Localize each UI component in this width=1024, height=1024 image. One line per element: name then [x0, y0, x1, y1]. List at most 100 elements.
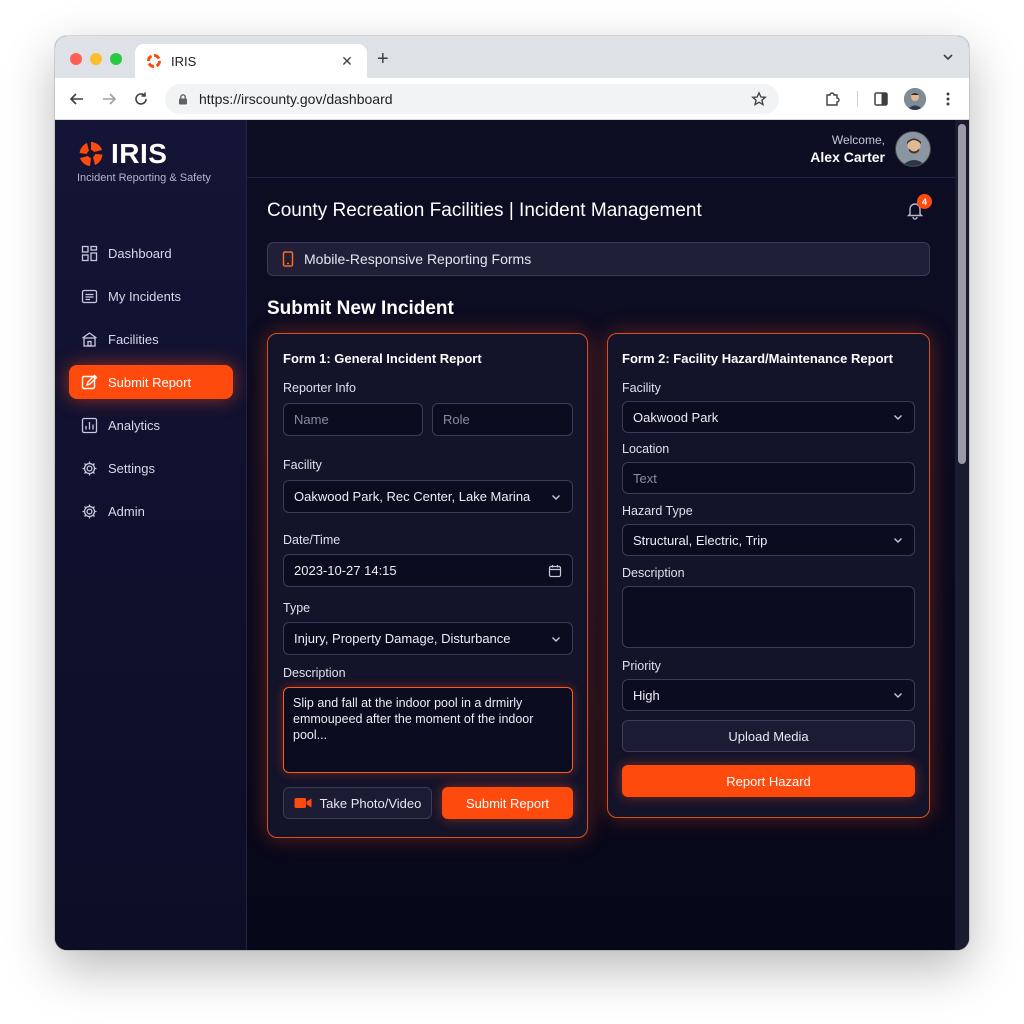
welcome-label: Welcome,: [831, 133, 885, 147]
type-label: Type: [283, 601, 311, 615]
browser-tab[interactable]: IRIS ✕: [135, 44, 367, 78]
sidebar-item-analytics[interactable]: Analytics: [69, 408, 233, 442]
sidebar-item-label: Admin: [108, 503, 145, 519]
form1-title: Form 1: General Incident Report: [283, 351, 482, 366]
sidebar-item-settings[interactable]: Settings: [69, 451, 233, 485]
hazard-facility-select[interactable]: Oakwood Park: [622, 401, 915, 433]
sidebar-item-my-incidents[interactable]: My Incidents: [69, 279, 233, 313]
mobile-forms-banner: Mobile-Responsive Reporting Forms: [267, 242, 930, 276]
user-avatar[interactable]: [895, 131, 931, 167]
priority-label: Priority: [622, 659, 661, 673]
app-topbar: Welcome, Alex Carter: [247, 120, 969, 178]
browser-profile-avatar[interactable]: [904, 88, 926, 110]
back-arrow-icon[interactable]: [68, 90, 86, 108]
browser-window: IRIS ✕ + https://irscounty.gov/dashboard: [55, 36, 969, 950]
facility-label: Facility: [283, 458, 322, 472]
reporter-name-input[interactable]: Name: [283, 403, 423, 436]
description-label: Description: [283, 666, 346, 680]
bookmark-star-icon[interactable]: [751, 91, 767, 107]
location-input[interactable]: Text: [622, 462, 915, 494]
sidebar-item-label: Settings: [108, 460, 155, 476]
new-tab-button[interactable]: +: [377, 48, 389, 71]
sidebar: IRIS Incident Reporting & Safety Dashboa…: [55, 120, 247, 950]
iris-logo-icon: [77, 140, 105, 168]
hazard-description-textarea[interactable]: [622, 586, 915, 648]
chevron-down-icon: [892, 534, 904, 546]
brand-tagline: Incident Reporting & Safety: [77, 172, 211, 184]
reporter-info-label: Reporter Info: [283, 381, 356, 395]
close-window-button[interactable]: [70, 53, 82, 65]
minimize-window-button[interactable]: [90, 53, 102, 65]
section-title: Submit New Incident: [267, 298, 454, 319]
type-select[interactable]: Injury, Property Damage, Disturbance: [283, 622, 573, 655]
sidebar-item-label: My Incidents: [108, 288, 181, 304]
app-container: IRIS Incident Reporting & Safety Dashboa…: [55, 120, 969, 950]
notification-badge: 4: [917, 194, 932, 209]
user-name: Alex Carter: [810, 149, 885, 165]
more-menu-icon[interactable]: [939, 90, 957, 108]
tab-close-icon[interactable]: ✕: [339, 53, 355, 70]
gear-icon: [81, 503, 98, 520]
priority-select[interactable]: High: [622, 679, 915, 711]
reporter-role-input[interactable]: Role: [432, 403, 573, 436]
browser-toolbar: https://irscounty.gov/dashboard: [55, 78, 969, 120]
grid-icon: [81, 245, 98, 262]
list-icon: [81, 288, 98, 305]
toolbar-divider: [857, 91, 858, 107]
welcome-block: Welcome, Alex Carter: [810, 133, 885, 165]
sidebar-item-label: Facilities: [108, 331, 159, 347]
chevron-down-icon: [892, 689, 904, 701]
hazard-type-label: Hazard Type: [622, 504, 693, 518]
hazard-type-select[interactable]: Structural, Electric, Trip: [622, 524, 915, 556]
chevron-down-icon: [550, 633, 562, 645]
chart-icon: [81, 417, 98, 434]
building-icon: [81, 331, 98, 348]
general-incident-form: Form 1: General Incident Report Reporter…: [267, 333, 588, 838]
form2-title: Form 2: Facility Hazard/Maintenance Repo…: [622, 351, 893, 366]
sidebar-panel-icon[interactable]: [872, 90, 890, 108]
reload-icon[interactable]: [132, 90, 150, 108]
browser-tab-bar: IRIS ✕ +: [55, 36, 969, 78]
extensions-puzzle-icon[interactable]: [823, 90, 841, 108]
sidebar-item-admin[interactable]: Admin: [69, 494, 233, 528]
chevron-down-icon: [550, 491, 562, 503]
url-text: https://irscounty.gov/dashboard: [199, 91, 393, 107]
facility-hazard-form: Form 2: Facility Hazard/Maintenance Repo…: [607, 333, 930, 818]
forward-arrow-icon[interactable]: [100, 90, 118, 108]
report-hazard-button[interactable]: Report Hazard: [622, 765, 915, 797]
lock-icon: [177, 93, 189, 105]
sidebar-item-label: Dashboard: [108, 245, 172, 261]
sidebar-item-label: Analytics: [108, 417, 161, 433]
mobile-phone-icon: [282, 251, 294, 267]
chevron-down-icon: [892, 411, 904, 423]
calendar-icon[interactable]: [548, 564, 562, 578]
banner-text: Mobile-Responsive Reporting Forms: [304, 251, 532, 267]
take-photo-button[interactable]: Take Photo/Video: [283, 787, 432, 819]
brand-name: IRIS: [111, 138, 168, 169]
iris-favicon-icon: [147, 54, 161, 68]
sidebar-item-facilities[interactable]: Facilities: [69, 322, 233, 356]
page-title: County Recreation Facilities | Incident …: [267, 200, 702, 221]
sidebar-item-submit-report[interactable]: Submit Report: [69, 365, 233, 399]
video-camera-icon: [294, 797, 312, 809]
hazard-description-label: Description: [622, 566, 685, 580]
datetime-label: Date/Time: [283, 533, 341, 547]
facility-select[interactable]: Oakwood Park, Rec Center, Lake Marina: [283, 480, 573, 513]
facility-label: Facility: [622, 381, 661, 395]
tab-title: IRIS: [171, 53, 197, 69]
sidebar-item-dashboard[interactable]: Dashboard: [69, 236, 233, 270]
scrollbar-thumb[interactable]: [958, 124, 966, 464]
edit-icon: [81, 374, 98, 391]
brand-logo[interactable]: IRIS: [77, 138, 167, 170]
maximize-window-button[interactable]: [110, 53, 122, 65]
datetime-input[interactable]: 2023-10-27 14:15: [283, 554, 573, 587]
address-bar[interactable]: https://irscounty.gov/dashboard: [165, 84, 779, 114]
sidebar-item-label: Submit Report: [108, 374, 192, 390]
upload-media-button[interactable]: Upload Media: [622, 720, 915, 752]
page-scrollbar[interactable]: [955, 120, 969, 950]
description-textarea[interactable]: Slip and fall at the indoor pool in a dr…: [283, 687, 573, 773]
gear-icon: [81, 460, 98, 477]
chevron-down-icon[interactable]: [941, 50, 955, 64]
submit-report-button[interactable]: Submit Report: [442, 787, 573, 819]
location-label: Location: [622, 442, 670, 456]
